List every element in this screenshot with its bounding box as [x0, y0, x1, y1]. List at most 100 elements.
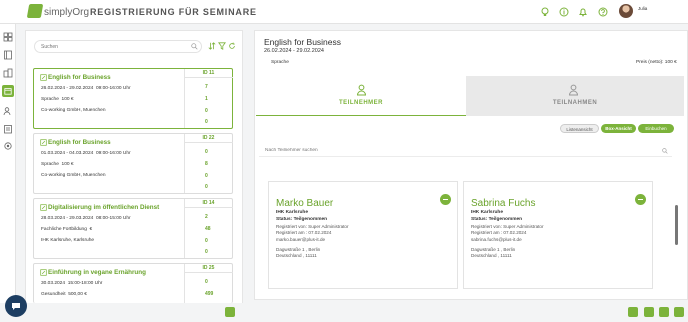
course-card[interactable]: English for Business 26.02.2024 - 29.02.…: [33, 68, 233, 129]
bottom-bar: [0, 303, 688, 322]
participant-registered-on: Registriert am : 07.02.2024: [276, 230, 332, 235]
person-icon: [356, 84, 367, 96]
logo-icon: [26, 4, 44, 18]
stat-cancelled: 0: [205, 184, 208, 190]
book-in-button[interactable]: Einbuchen: [638, 124, 674, 133]
participant-name: Marko Bauer: [276, 198, 334, 209]
participant-status: Status: Teilgenommen: [276, 217, 328, 222]
course-date: 30.03.2024: [41, 281, 66, 286]
participant-search-input[interactable]: [259, 145, 672, 157]
course-date: 28.03.2024 - 29.03.2024: [41, 216, 94, 221]
course-id: ID 11: [184, 69, 233, 78]
detail-category: Sprache: [271, 60, 289, 65]
filter-icon[interactable]: [218, 42, 226, 50]
course-title: Digitalisierung im öffentlichen Dienst: [48, 204, 160, 211]
tab-label: TEILNEHMER: [339, 100, 383, 106]
filter-button[interactable]: [644, 307, 654, 317]
stat-free: 48: [205, 226, 211, 232]
course-price: 500,00 €: [68, 292, 87, 297]
stat-participants: 0: [205, 279, 208, 285]
participant-email: marko.bauer@plus-it.de: [276, 237, 326, 242]
users-icon[interactable]: [3, 106, 13, 116]
participant-status: Status: Teilgenommen: [471, 217, 523, 222]
remove-participant-button[interactable]: [440, 194, 451, 205]
dashboard-icon[interactable]: [3, 32, 13, 42]
settings-icon[interactable]: [3, 141, 13, 151]
participant-registered-by: Registriert von: Super Administrator: [471, 224, 544, 229]
course-time: 08:00-15:00 Uhr: [95, 216, 131, 221]
export-button[interactable]: [225, 307, 235, 317]
upload-button[interactable]: [659, 307, 669, 317]
detail-dates: 26.02.2024 - 29.02.2024: [264, 48, 324, 54]
sort-icon[interactable]: [208, 42, 216, 50]
chat-button[interactable]: [5, 295, 27, 317]
chat-icon: [12, 303, 20, 310]
participant-company: IHK Karlsruhe: [471, 210, 503, 215]
course-id: ID 14: [184, 199, 233, 208]
stat-waitlist: 0: [205, 238, 208, 244]
course-category: Fachliche Fortbildung: [41, 227, 87, 232]
participant-registered-by: Registriert von: Super Administrator: [276, 224, 349, 229]
stat-cancelled: 0: [205, 249, 208, 255]
stat-participants: 7: [205, 84, 208, 90]
bell-icon[interactable]: [578, 7, 588, 17]
edit-icon[interactable]: [40, 269, 47, 276]
course-category: Sprache: [41, 162, 59, 167]
search-input[interactable]: [34, 40, 202, 53]
participant-card[interactable]: Marko Bauer IHK Karlsruhe Status: Teilge…: [268, 181, 458, 289]
participant-card[interactable]: Sabrina Fuchs IHK Karlsruhe Status: Teil…: [463, 181, 653, 289]
scrollbar[interactable]: [675, 205, 678, 245]
stat-cancelled: 0: [205, 119, 208, 125]
participant-email: sabrina.fuchs@plus-it.de: [471, 237, 522, 242]
course-title: Einführung in vegane Ernährung: [48, 269, 146, 276]
stat-free: 1: [205, 96, 208, 102]
tab-participations[interactable]: TEILNAHMEN: [466, 76, 684, 116]
stat-free: 8: [205, 161, 208, 167]
clipboard-icon[interactable]: [3, 124, 13, 134]
box-view-button[interactable]: Box-Ansicht: [601, 124, 636, 133]
page-title: REGISTRIERUNG FÜR SEMINARE: [90, 7, 257, 17]
course-date: 26.02.2024 - 29.02.2024: [41, 86, 94, 91]
participant-company: IHK Karlsruhe: [276, 210, 308, 215]
course-card[interactable]: Digitalisierung im öffentlichen Dienst 2…: [33, 198, 233, 259]
search-icon[interactable]: [191, 43, 198, 50]
edit-icon[interactable]: [40, 139, 47, 146]
tab-label: TEILNAHMEN: [552, 100, 598, 106]
add-button[interactable]: [674, 307, 684, 317]
table-view-button[interactable]: [628, 307, 638, 317]
participant-registered-on: Registriert am : 07.02.2024: [471, 230, 527, 235]
refresh-icon[interactable]: [228, 42, 236, 50]
course-location: Co-working GmbH, Muenchen: [41, 173, 106, 178]
stat-participants: 2: [205, 214, 208, 220]
course-date: 01.03.2024 - 04.03.2024: [41, 151, 94, 156]
logo-text: simplyOrg: [44, 7, 90, 18]
edit-icon[interactable]: [40, 204, 47, 211]
remove-participant-button[interactable]: [635, 194, 646, 205]
list-view-button[interactable]: Listenansicht: [560, 124, 599, 133]
course-card[interactable]: Einführung in vegane Ernährung 30.03.202…: [33, 263, 233, 303]
help-icon[interactable]: [598, 7, 608, 17]
building-icon[interactable]: [3, 68, 13, 78]
course-category: Gesundheit: [41, 292, 66, 297]
course-location: IHK Karlsruhe, Karlsruhe: [41, 238, 95, 243]
participant-name: Sabrina Fuchs: [471, 198, 536, 209]
stat-free: 499: [205, 291, 214, 297]
calendar-icon: [4, 88, 12, 95]
participant-street: Dagwstraße 1 , Berlin: [276, 247, 321, 252]
search-icon[interactable]: [662, 148, 668, 154]
course-price: 100 €: [61, 97, 74, 102]
course-id: ID 22: [184, 134, 233, 143]
course-category: Sprache: [41, 97, 59, 102]
avatar[interactable]: [619, 4, 633, 18]
detail-price: Preis (netto): 100 €: [636, 60, 677, 65]
participant-street: Dagwstraße 1 , Berlin: [471, 247, 516, 252]
book-icon[interactable]: [3, 50, 13, 60]
stat-waitlist: 0: [205, 173, 208, 179]
course-card[interactable]: English for Business 01.03.2024 - 04.03.…: [33, 133, 233, 194]
edit-icon[interactable]: [40, 74, 47, 81]
info-icon[interactable]: [559, 7, 569, 17]
lightbulb-icon[interactable]: [540, 7, 550, 17]
username[interactable]: Julia: [638, 6, 647, 11]
tab-participants[interactable]: TEILNEHMER: [256, 76, 466, 116]
detail-title: English for Business: [264, 37, 342, 47]
